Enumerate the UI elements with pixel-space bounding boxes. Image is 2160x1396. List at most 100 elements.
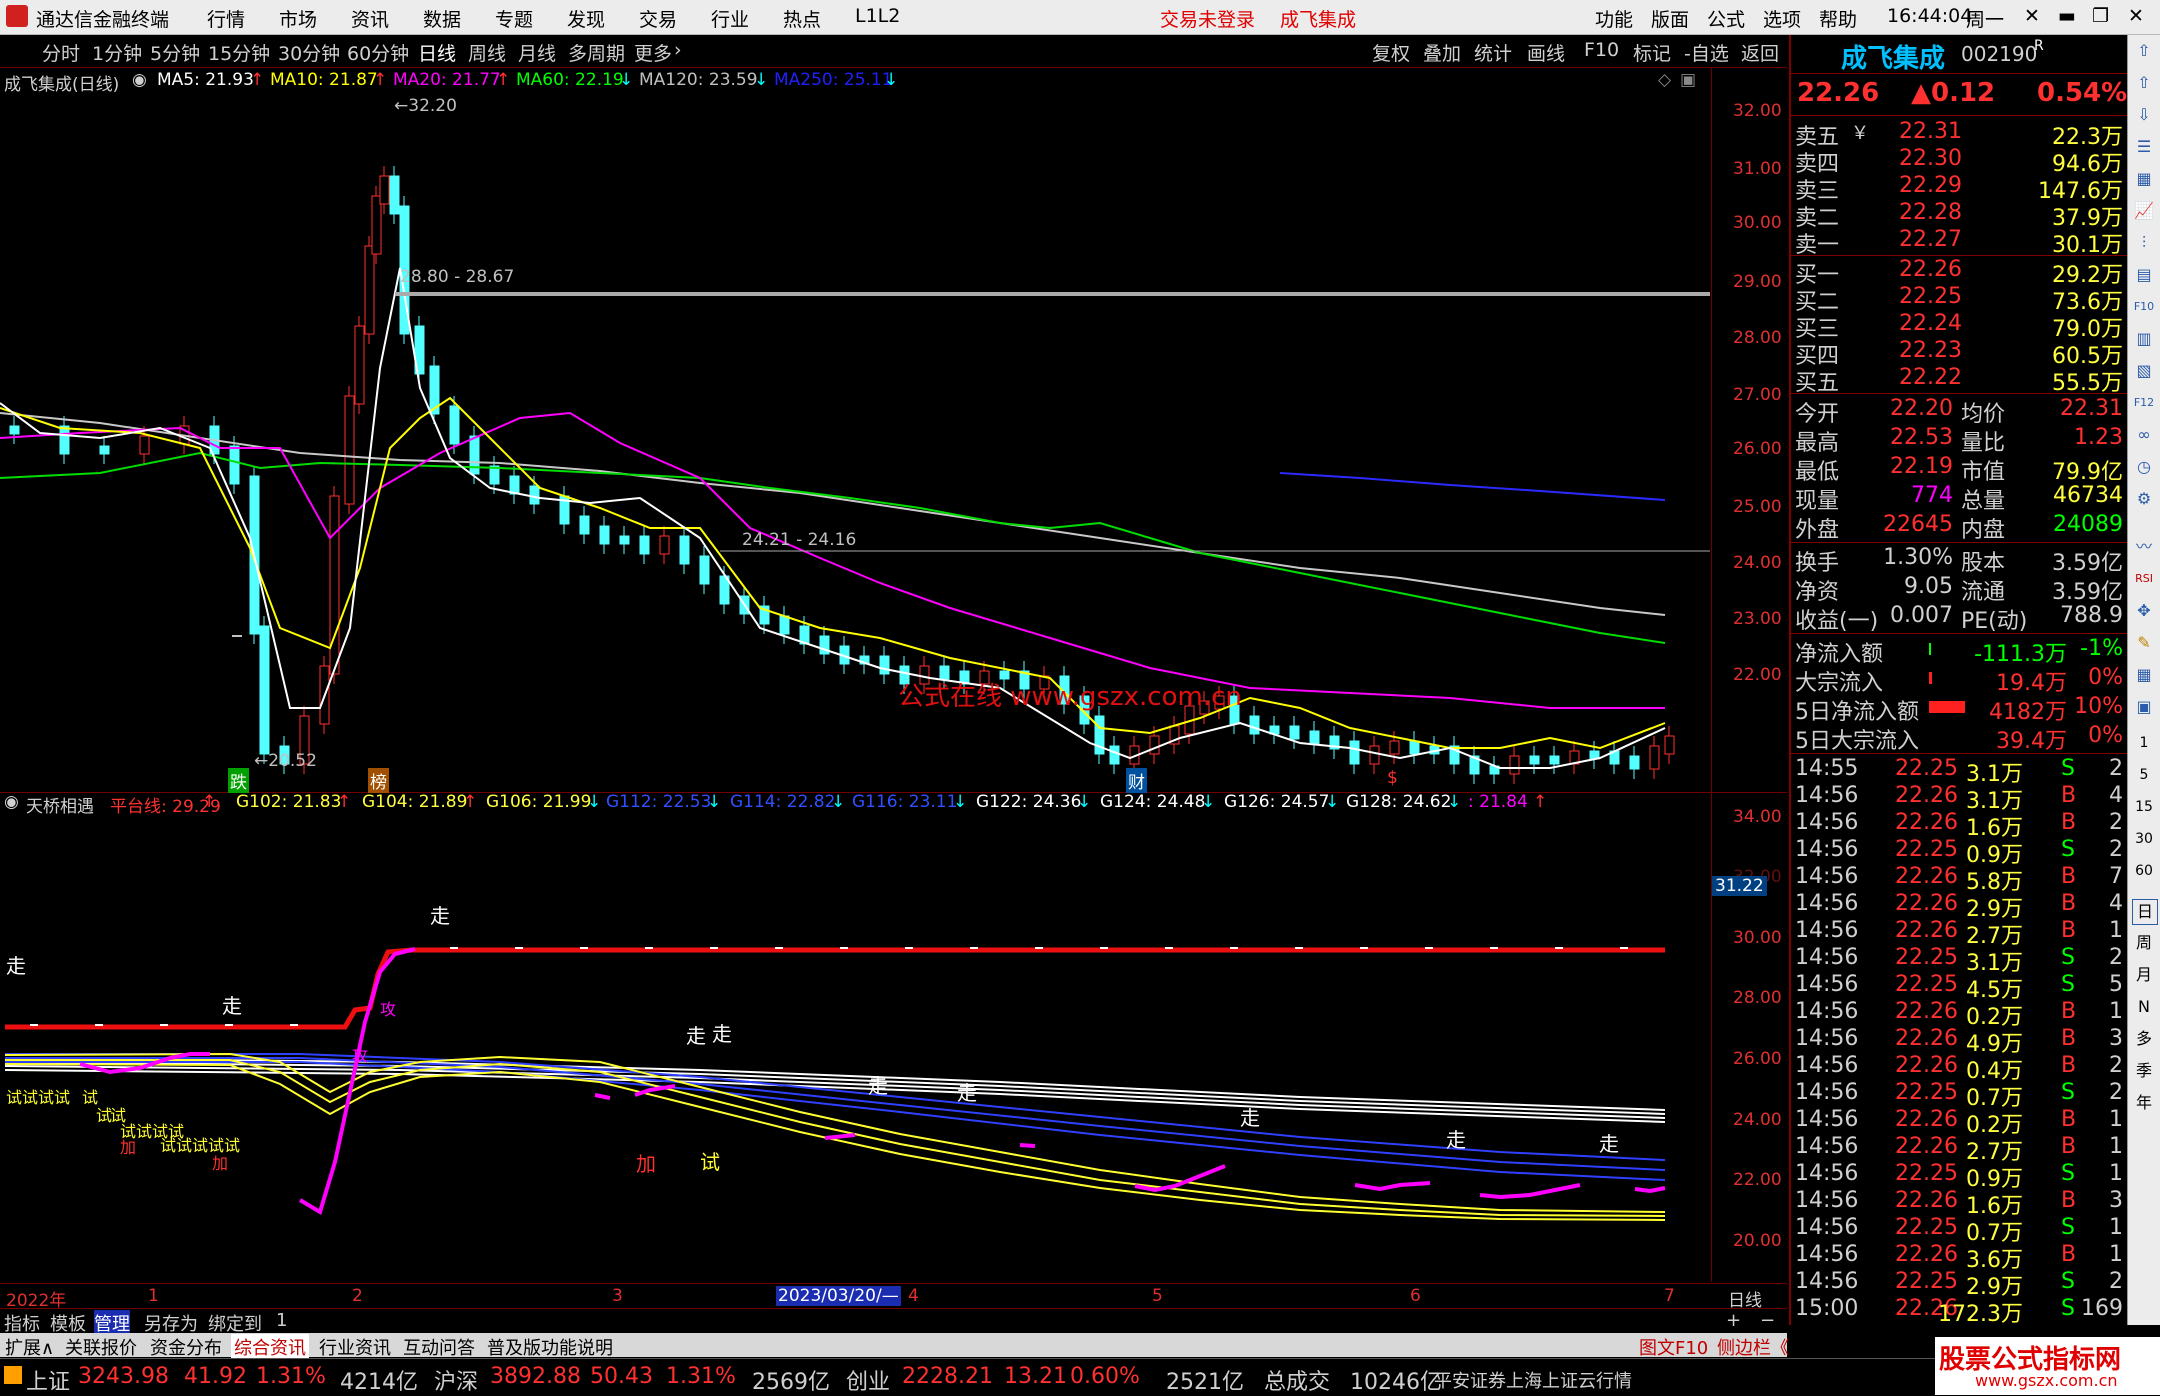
order-book-row[interactable]: 买三 22.24 79.0万 bbox=[1791, 311, 2127, 342]
tick-row[interactable]: 14:55 22.25 3.1万 S 2 bbox=[1791, 756, 2127, 787]
period-day[interactable]: 日线 bbox=[418, 39, 456, 66]
tick-row[interactable]: 14:56 22.26 1.6万 B 3 bbox=[1791, 1188, 2127, 1219]
tick-row[interactable]: 14:56 22.26 1.6万 B 2 bbox=[1791, 810, 2127, 841]
side-period-season[interactable]: 季 bbox=[2132, 1059, 2156, 1083]
cy-label[interactable]: 创业 bbox=[846, 1364, 890, 1396]
number-icon[interactable]: 15 bbox=[2132, 795, 2156, 819]
arrow-down-icon[interactable]: ⇩ bbox=[2132, 103, 2156, 127]
indicator-chart[interactable] bbox=[0, 792, 1712, 1282]
order-book-row[interactable]: 卖四 22.30 94.6万 bbox=[1791, 146, 2127, 177]
order-book-row[interactable]: 卖三 22.29 147.6万 bbox=[1791, 173, 2127, 204]
tab-tuwen-f10[interactable]: 图文F10 bbox=[1636, 1334, 1711, 1360]
period-60min[interactable]: 60分钟 bbox=[347, 39, 409, 66]
side-period-month[interactable]: 月 bbox=[2132, 963, 2156, 987]
side-period-week[interactable]: 周 bbox=[2132, 931, 2156, 955]
trade-status[interactable]: 交易未登录 bbox=[1160, 5, 1255, 32]
f12-icon[interactable]: F12 bbox=[2132, 391, 2156, 415]
doc-icon[interactable]: ▥ bbox=[2132, 327, 2156, 351]
order-book-row[interactable]: 买一 22.26 29.2万 bbox=[1791, 257, 2127, 288]
line-chart-icon[interactable]: 📈 bbox=[2132, 199, 2156, 223]
tick-row[interactable]: 14:56 22.25 0.9万 S 1 bbox=[1791, 1161, 2127, 1192]
menu-zixun[interactable]: 资讯 bbox=[351, 5, 389, 32]
restore-icon[interactable]: ❐ bbox=[2092, 5, 2109, 27]
table-icon[interactable]: ▦ bbox=[2132, 663, 2156, 687]
tab-sidebar[interactable]: 侧边栏《 bbox=[1714, 1334, 1792, 1360]
tab-hudongwenda[interactable]: 互动问答 bbox=[400, 1334, 478, 1360]
tick-row[interactable]: 14:56 22.26 2.7万 B 1 bbox=[1791, 1134, 2127, 1165]
tick-row[interactable]: 14:56 22.25 4.5万 S 5 bbox=[1791, 972, 2127, 1003]
zoom-in-icon[interactable]: + bbox=[1726, 1310, 1741, 1331]
window-close-icon[interactable]: ✕ bbox=[2128, 5, 2144, 27]
menu-shuju[interactable]: 数据 bbox=[423, 5, 461, 32]
wave-icon[interactable]: 〰 bbox=[2132, 535, 2156, 559]
arrow-up-icon[interactable]: ⇧ bbox=[2132, 39, 2156, 63]
tab-jia[interactable]: 价 bbox=[1836, 1334, 1860, 1360]
period-more[interactable]: 更多 bbox=[634, 39, 672, 66]
menu-banmian[interactable]: 版面 bbox=[1651, 5, 1689, 32]
tick-row[interactable]: 14:56 22.26 0.2万 B 1 bbox=[1791, 1107, 2127, 1138]
close-icon[interactable]: ✕ bbox=[2024, 5, 2040, 27]
indicator-panel[interactable]: ◉ 天桥相遇 平台线: 29.29 ↑ G102: 21.83 ↑ G104: 21.8… bbox=[0, 792, 1787, 1282]
number-icon[interactable]: 5 bbox=[2132, 763, 2156, 787]
move-icon[interactable]: ✥ bbox=[2132, 599, 2156, 623]
order-book-row[interactable]: 买二 22.25 73.6万 bbox=[1791, 284, 2127, 315]
link-icon[interactable]: ∞ bbox=[2132, 423, 2156, 447]
list-icon[interactable]: ☰ bbox=[2132, 135, 2156, 159]
tick-row[interactable]: 14:56 22.26 2.9万 B 4 bbox=[1791, 891, 2127, 922]
menu-hangqing[interactable]: 行情 bbox=[207, 5, 245, 32]
tick-row[interactable]: 14:56 22.25 0.9万 S 2 bbox=[1791, 837, 2127, 868]
tick-row[interactable]: 14:56 22.25 3.1万 S 2 bbox=[1791, 945, 2127, 976]
doc-icon[interactable]: ▧ bbox=[2132, 359, 2156, 383]
side-period-year[interactable]: 年 bbox=[2132, 1091, 2156, 1115]
period-1min[interactable]: 1分钟 bbox=[92, 39, 142, 66]
btn-fuquan[interactable]: 复权 bbox=[1372, 39, 1410, 66]
settings-icon[interactable]: ⚙ bbox=[2132, 487, 2156, 511]
tab-hangyezixun[interactable]: 行业资讯 bbox=[316, 1334, 394, 1360]
tick-row[interactable]: 14:56 22.26 3.1万 B 4 bbox=[1791, 783, 2127, 814]
menu-jiaoyi[interactable]: 交易 bbox=[639, 5, 677, 32]
tab-guanlianbaojia[interactable]: 关联报价 bbox=[62, 1334, 140, 1360]
kline-chart[interactable] bbox=[0, 68, 1712, 792]
stock-tab[interactable]: 成飞集成 bbox=[1280, 5, 1356, 32]
menu-xuanxiang[interactable]: 选项 bbox=[1763, 5, 1801, 32]
btn-huaxian[interactable]: 画线 bbox=[1527, 39, 1565, 66]
number-icon[interactable]: 30 bbox=[2132, 827, 2156, 851]
period-month[interactable]: 月线 bbox=[518, 39, 556, 66]
sh-label[interactable]: 上证 bbox=[26, 1364, 70, 1396]
tab-bi[interactable]: 笔 bbox=[1796, 1334, 1820, 1360]
menu-shichang[interactable]: 市场 bbox=[279, 5, 317, 32]
order-book-row[interactable]: 买四 22.23 60.5万 bbox=[1791, 338, 2127, 369]
tick-row[interactable]: 14:56 22.26 2.7万 B 1 bbox=[1791, 918, 2127, 949]
menu-bangzhu[interactable]: 帮助 bbox=[1819, 5, 1857, 32]
f10-icon[interactable]: F10 bbox=[2132, 295, 2156, 319]
tick-row[interactable]: 14:56 22.25 2.9万 S 2 bbox=[1791, 1269, 2127, 1300]
pen-icon[interactable]: ✎ bbox=[2132, 631, 2156, 655]
ctl-number[interactable]: 1 bbox=[276, 1310, 287, 1331]
clock-icon[interactable]: ◷ bbox=[2132, 455, 2156, 479]
minimize-icon[interactable]: ▬ bbox=[2058, 5, 2076, 27]
tab-zonghezixun[interactable]: 综合资讯 bbox=[231, 1334, 309, 1360]
period-5min[interactable]: 5分钟 bbox=[150, 39, 200, 66]
tick-row[interactable]: 14:56 22.26 5.8万 B 7 bbox=[1791, 864, 2127, 895]
side-period-n[interactable]: N bbox=[2132, 995, 2156, 1019]
menu-l1l2[interactable]: L1L2 bbox=[855, 5, 900, 27]
hs-label[interactable]: 沪深 bbox=[434, 1364, 478, 1396]
btn-f10[interactable]: F10 bbox=[1584, 39, 1619, 61]
period-fenshi[interactable]: 分时 bbox=[42, 39, 80, 66]
table-icon[interactable]: ▤ bbox=[2132, 263, 2156, 287]
menu-hangye[interactable]: 行业 bbox=[711, 5, 749, 32]
btn-fanhui[interactable]: 返回 bbox=[1741, 39, 1779, 66]
tab-pujiban[interactable]: 普及版功能说明 bbox=[484, 1334, 616, 1360]
zoom-out-icon[interactable]: − bbox=[1760, 1310, 1775, 1331]
tick-row[interactable]: 14:56 22.25 0.7万 S 2 bbox=[1791, 1080, 2127, 1111]
tab-xi[interactable]: 细 bbox=[1880, 1334, 1904, 1360]
grid-icon[interactable]: ▦ bbox=[2132, 167, 2156, 191]
btn-diejia[interactable]: 叠加 bbox=[1423, 39, 1461, 66]
menu-gongneng[interactable]: 功能 bbox=[1595, 5, 1633, 32]
number-icon[interactable]: 1 bbox=[2132, 731, 2156, 755]
order-book-row[interactable]: 买五 22.22 55.5万 bbox=[1791, 365, 2127, 396]
arrow-up-icon[interactable]: ⇧ bbox=[2132, 71, 2156, 95]
side-period-multi[interactable]: 多 bbox=[2132, 1027, 2156, 1051]
kline-icon[interactable]: ⫶ bbox=[2132, 231, 2156, 255]
order-book-row[interactable]: 卖一 22.27 30.1万 bbox=[1791, 227, 2127, 258]
